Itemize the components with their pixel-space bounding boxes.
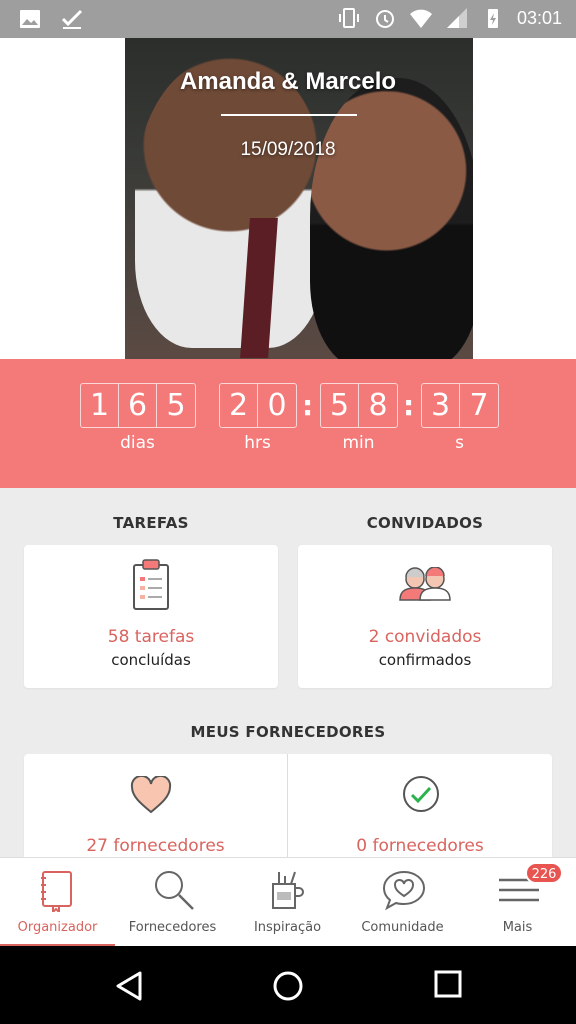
days-digits: 1 6 5 xyxy=(80,383,196,428)
countdown: 1 6 5 2 0 : 5 8 : 3 7 dias hrs min s xyxy=(0,359,576,488)
hours-label: hrs xyxy=(244,433,271,453)
nav-comunidade[interactable]: Comunidade xyxy=(345,858,460,947)
seconds-label: s xyxy=(455,433,464,453)
heart-chat-icon xyxy=(382,870,426,911)
guests-icon xyxy=(399,567,451,601)
check-icon xyxy=(61,9,83,29)
guests-sub: confirmados xyxy=(378,651,472,669)
couple-header: Amanda & Marcelo 15/09/2018 xyxy=(0,38,576,360)
digit: 2 xyxy=(220,384,258,427)
vendors-title: MEUS FORNECEDORES xyxy=(190,723,386,741)
vibrate-icon xyxy=(338,8,359,28)
clipboard-icon xyxy=(133,559,169,610)
nav-inspiracao[interactable]: Inspiração xyxy=(230,858,345,947)
image-icon xyxy=(20,10,40,28)
recent-apps-icon[interactable] xyxy=(434,970,462,998)
favorite-vendors-count: 27 fornecedores xyxy=(86,836,225,856)
signal-icon xyxy=(446,8,467,28)
nav-label: Comunidade xyxy=(361,920,444,935)
minutes-digits: 5 8 xyxy=(320,383,398,428)
hired-vendors[interactable]: 0 fornecedores xyxy=(288,754,552,864)
wifi-icon xyxy=(409,9,432,28)
digit: 6 xyxy=(119,384,157,427)
time-separator: : xyxy=(302,389,314,422)
nav-label: Mais xyxy=(502,920,533,935)
brush-cup-icon xyxy=(272,871,304,909)
home-icon[interactable] xyxy=(272,970,304,1002)
digit: 1 xyxy=(81,384,119,427)
hired-vendors-count: 0 fornecedores xyxy=(356,836,484,856)
days-label: dias xyxy=(120,433,155,453)
alarm-icon xyxy=(375,10,394,28)
digit: 8 xyxy=(368,388,388,423)
seconds-digits: 3 7 xyxy=(421,383,499,428)
guests-title: CONVIDADOS xyxy=(366,514,484,532)
tasks-card[interactable]: 58 tarefas concluídas xyxy=(24,545,278,688)
couple-names: Amanda & Marcelo xyxy=(179,68,397,95)
heart-icon xyxy=(130,776,172,814)
vendors-card: 27 fornecedores 0 fornecedores xyxy=(24,754,552,864)
favorite-vendors[interactable]: 27 fornecedores xyxy=(24,754,287,864)
digit: 0 xyxy=(267,388,287,423)
digit: 7 xyxy=(469,388,489,423)
digit: 5 xyxy=(166,388,186,423)
tasks-sub: concluídas xyxy=(111,651,191,669)
check-circle-icon xyxy=(403,776,439,812)
notebook-icon xyxy=(41,871,72,912)
guests-count: 2 convidados xyxy=(368,627,482,647)
nav-fornecedores[interactable]: Fornecedores xyxy=(115,858,230,947)
tasks-title: TAREFAS xyxy=(113,514,189,532)
bottom-nav: Organizador Fornecedores Inspiração Comu… xyxy=(0,857,576,947)
search-icon xyxy=(155,871,194,910)
status-bar: 03:01 xyxy=(0,0,576,38)
minutes-label: min xyxy=(342,433,375,453)
title-divider xyxy=(221,114,357,116)
system-nav-bar xyxy=(0,946,576,1024)
notification-badge: 226 xyxy=(525,862,563,884)
wedding-date: 15/09/2018 xyxy=(240,139,336,160)
digit: 5 xyxy=(321,384,359,427)
digit: 3 xyxy=(422,384,460,427)
battery-charging-icon xyxy=(487,9,498,28)
nav-label: Inspiração xyxy=(253,920,322,935)
hours-digits: 2 0 xyxy=(219,383,297,428)
nav-organizador[interactable]: Organizador xyxy=(0,858,115,947)
status-time: 03:01 xyxy=(516,7,562,28)
nav-label: Fornecedores xyxy=(128,920,217,935)
tasks-count: 58 tarefas xyxy=(107,627,195,647)
back-icon[interactable] xyxy=(114,970,144,1002)
guests-card[interactable]: 2 convidados confirmados xyxy=(298,545,552,688)
time-separator: : xyxy=(403,389,415,422)
nav-label: Organizador xyxy=(17,920,98,935)
